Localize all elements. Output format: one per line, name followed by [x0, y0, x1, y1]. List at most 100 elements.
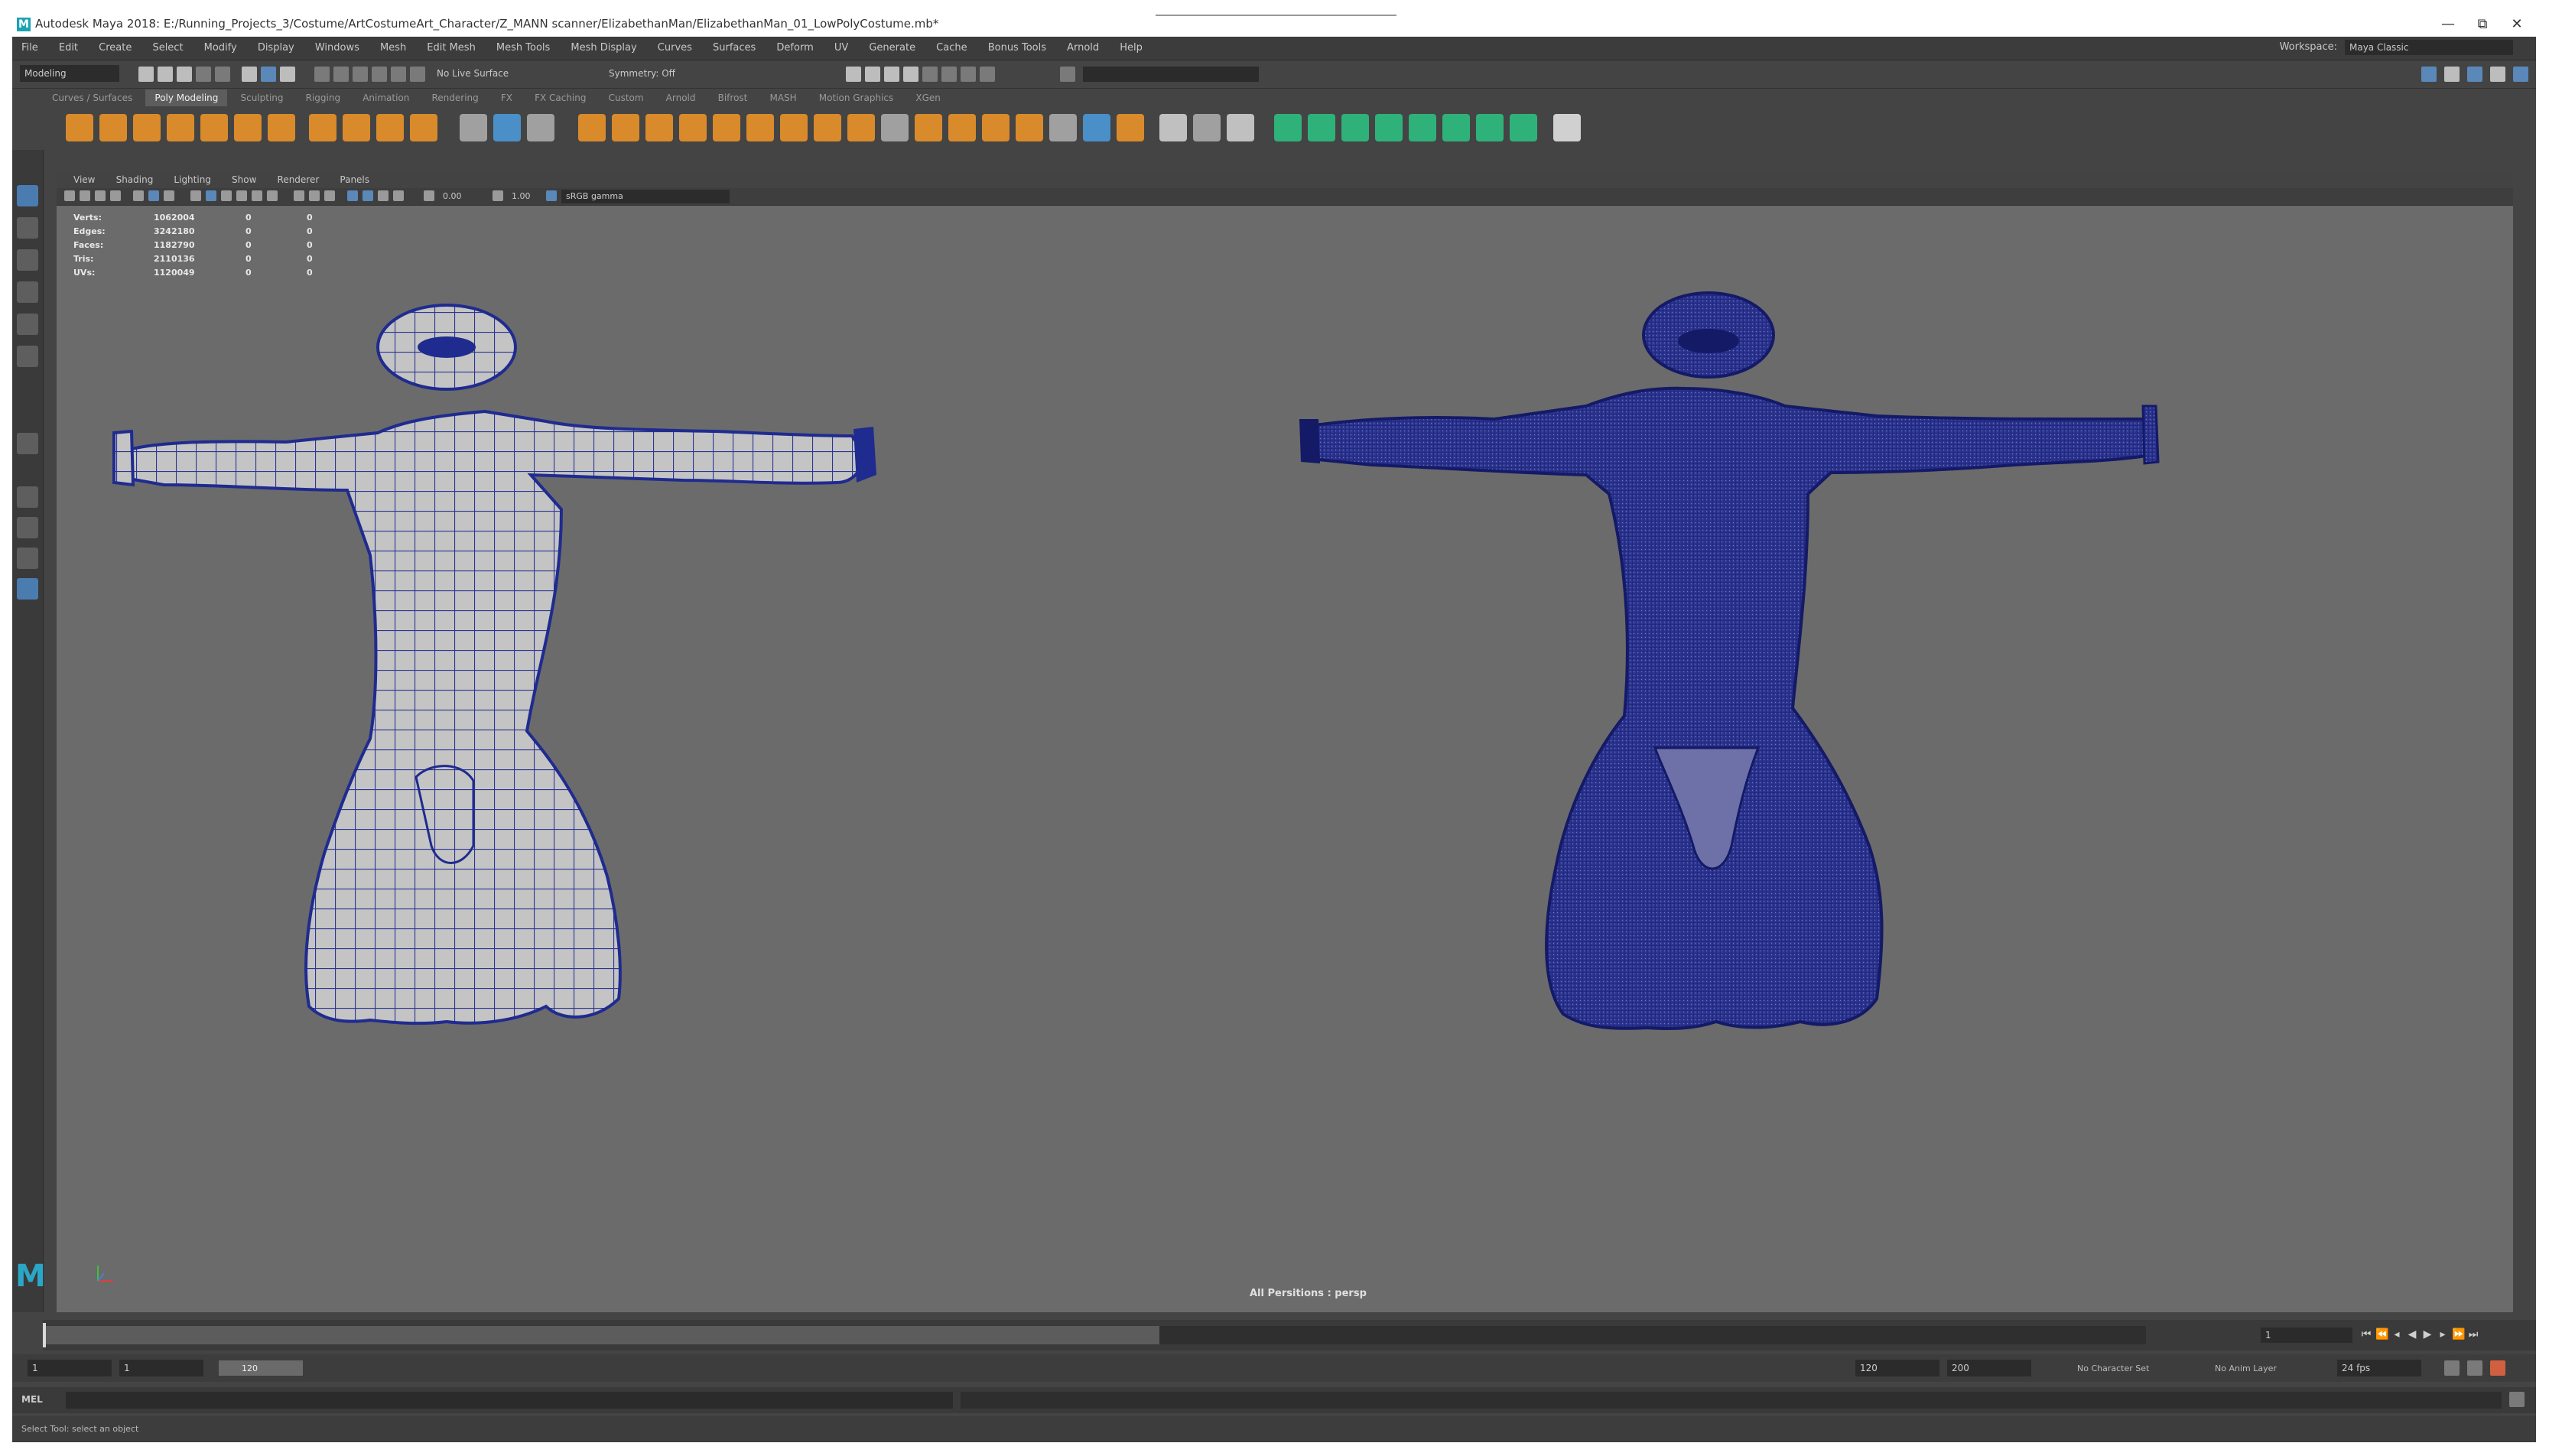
range-bar[interactable]: [219, 1360, 303, 1376]
attribute-editor-icon[interactable]: [2444, 67, 2460, 82]
menu-windows[interactable]: Windows: [315, 37, 359, 54]
quad-draw-icon[interactable]: [1227, 114, 1254, 141]
menu-curves[interactable]: Curves: [658, 37, 692, 54]
auto-uv-icon[interactable]: [1375, 114, 1403, 141]
maximize-button[interactable]: ⧉: [2467, 15, 2498, 34]
menu-create[interactable]: Create: [99, 37, 132, 54]
menu-generate[interactable]: Generate: [869, 37, 915, 54]
exposure-icon[interactable]: [424, 190, 434, 201]
color-management-icon[interactable]: [546, 190, 557, 201]
ipr-render-icon[interactable]: [884, 67, 899, 82]
view-transform-dropdown[interactable]: sRGB gamma: [561, 190, 730, 203]
close-button[interactable]: ✕: [2502, 15, 2532, 34]
shelf-tab-xgen[interactable]: XGen: [906, 89, 950, 106]
render-frame-icon[interactable]: [865, 67, 880, 82]
scale-tool-icon[interactable]: [17, 346, 38, 367]
shelf-tab-fx-caching[interactable]: FX Caching: [525, 89, 595, 106]
xray-components-icon[interactable]: [393, 190, 404, 201]
wedge-icon[interactable]: [1049, 114, 1077, 141]
bookmark-icon[interactable]: [95, 190, 106, 201]
shelf-tab-poly-modeling[interactable]: Poly Modeling: [145, 89, 228, 106]
smooth-icon[interactable]: [527, 114, 554, 141]
paint-select-tool-icon[interactable]: [17, 249, 38, 271]
shelf-tab-fx[interactable]: FX: [492, 89, 522, 106]
fps-dropdown[interactable]: 24 fps: [2337, 1360, 2421, 1376]
camera-attributes-icon[interactable]: [80, 190, 90, 201]
shelf-tab-animation[interactable]: Animation: [353, 89, 418, 106]
image-plane-icon[interactable]: [110, 190, 121, 201]
snap-surface-icon[interactable]: [391, 67, 406, 82]
poly-sphere-icon[interactable]: [66, 114, 93, 141]
render-settings-icon[interactable]: [903, 67, 918, 82]
lights-icon[interactable]: [252, 190, 262, 201]
menu-set-dropdown[interactable]: Modeling: [20, 65, 119, 82]
shelf-extra-icon[interactable]: [1553, 114, 1581, 141]
bool-intersect-icon[interactable]: [645, 114, 673, 141]
lock-icon[interactable]: [980, 67, 995, 82]
minimize-button[interactable]: —: [2433, 15, 2463, 34]
menu-edit[interactable]: Edit: [59, 37, 78, 54]
wireframe-on-shaded-icon[interactable]: [221, 190, 232, 201]
poly-plane-icon[interactable]: [234, 114, 262, 141]
symmetry-dropdown[interactable]: Symmetry: Off: [609, 68, 675, 79]
bridge-icon[interactable]: [780, 114, 808, 141]
panel-menu-show[interactable]: Show: [232, 174, 256, 185]
menu-surfaces[interactable]: Surfaces: [713, 37, 756, 54]
toggle-icon[interactable]: [961, 67, 976, 82]
redo-icon[interactable]: [215, 67, 230, 82]
start-time-field[interactable]: 1: [28, 1360, 112, 1376]
auto-key-icon[interactable]: [2444, 1360, 2460, 1376]
menu-select[interactable]: Select: [152, 37, 183, 54]
shadows-icon[interactable]: [267, 190, 278, 201]
anim-prefs-icon[interactable]: [2467, 1360, 2482, 1376]
menu-mesh-tools[interactable]: Mesh Tools: [496, 37, 550, 54]
workspace-dropdown[interactable]: Maya Classic: [2345, 40, 2513, 55]
menu-arnold[interactable]: Arnold: [1067, 37, 1099, 54]
append-polygon-icon[interactable]: [881, 114, 909, 141]
menu-bonus-tools[interactable]: Bonus Tools: [988, 37, 1046, 54]
select-hierarchy-icon[interactable]: [242, 67, 257, 82]
select-component-icon[interactable]: [280, 67, 295, 82]
ambient-occlusion-icon[interactable]: [294, 190, 304, 201]
menu-cache[interactable]: Cache: [936, 37, 967, 54]
bool-union-icon[interactable]: [578, 114, 606, 141]
shelf-tab-sculpting[interactable]: Sculpting: [231, 89, 292, 106]
undo-icon[interactable]: [196, 67, 211, 82]
insert-edge-loop-icon[interactable]: [1193, 114, 1221, 141]
new-scene-icon[interactable]: [138, 67, 154, 82]
save-scene-icon[interactable]: [177, 67, 192, 82]
step-back-key-icon[interactable]: ⏪: [2375, 1328, 2388, 1341]
hypershade-icon[interactable]: [922, 67, 938, 82]
panel-menu-panels[interactable]: Panels: [340, 174, 369, 185]
combine-icon[interactable]: [460, 114, 487, 141]
poly-disc-icon[interactable]: [268, 114, 295, 141]
unfold-uv-icon[interactable]: [1476, 114, 1504, 141]
shelf-tab-mash[interactable]: MASH: [760, 89, 805, 106]
camera-select-icon[interactable]: [64, 190, 75, 201]
play-backwards-icon[interactable]: ◀: [2406, 1328, 2418, 1341]
playback-end-field[interactable]: 120: [1855, 1360, 1939, 1376]
channel-box-icon[interactable]: [2467, 67, 2482, 82]
shelf-tab-curves-surfaces[interactable]: Curves / Surfaces: [43, 89, 141, 106]
script-editor-icon[interactable]: [2509, 1392, 2525, 1407]
shelf-tab-custom[interactable]: Custom: [600, 89, 653, 106]
resolution-gate-icon[interactable]: [164, 190, 174, 201]
shelf-tab-rigging[interactable]: Rigging: [297, 89, 350, 106]
lasso-tool-icon[interactable]: [17, 217, 38, 239]
command-language-label[interactable]: MEL: [21, 1394, 43, 1405]
outliner-layout-icon[interactable]: [17, 578, 38, 600]
fill-hole-icon[interactable]: [847, 114, 875, 141]
xray-joints-icon[interactable]: [378, 190, 389, 201]
snap-point-icon[interactable]: [353, 67, 368, 82]
end-time-field[interactable]: 200: [1947, 1360, 2031, 1376]
super-shape-icon[interactable]: [343, 114, 370, 141]
mirror-icon[interactable]: [713, 114, 740, 141]
panel-menu-shading[interactable]: Shading: [116, 174, 154, 185]
motion-blur-icon[interactable]: [309, 190, 320, 201]
menu-edit-mesh[interactable]: Edit Mesh: [427, 37, 476, 54]
single-perspective-layout-icon[interactable]: [17, 486, 38, 508]
extract-icon[interactable]: [679, 114, 707, 141]
current-frame-field[interactable]: 1: [2261, 1328, 2352, 1343]
triangulate-icon[interactable]: [1083, 114, 1110, 141]
poly-cylinder-icon[interactable]: [133, 114, 161, 141]
